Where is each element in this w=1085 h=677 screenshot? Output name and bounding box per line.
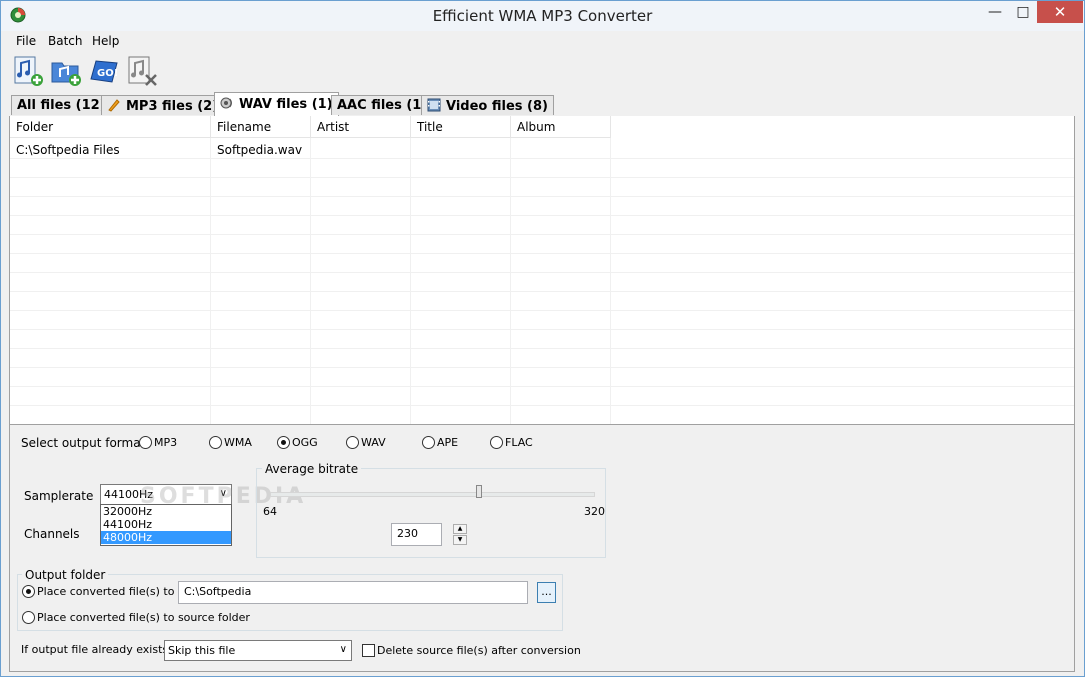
tab-label: MP3 files (2) [126, 99, 219, 114]
delete-source-label: Delete source file(s) after conversion [377, 644, 581, 657]
row-divider [10, 405, 1074, 406]
row-divider [10, 367, 1074, 368]
column-header-title[interactable]: Title [411, 116, 511, 138]
bitrate-group-label: Average bitrate [262, 462, 362, 476]
source-folder-label: Place converted file(s) to source folder [37, 611, 250, 624]
samplerate-option-highlighted[interactable]: 48000Hz [101, 531, 231, 544]
column-header-filename[interactable]: Filename [211, 116, 311, 138]
row-divider [10, 253, 1074, 254]
format-radio-ape[interactable] [422, 436, 435, 449]
bitrate-spin-down[interactable]: ▼ [453, 535, 467, 545]
format-radio-wav[interactable] [346, 436, 359, 449]
menu-file[interactable]: File [16, 34, 36, 48]
tab-all-files[interactable]: All files (12) [11, 95, 112, 115]
file-exists-select[interactable]: Skip this file ∨ [164, 640, 352, 661]
samplerate-dropdown: 32000Hz 44100Hz 48000Hz [100, 504, 232, 546]
wav-icon [220, 97, 232, 109]
tab-label: WAV files (1) [239, 97, 333, 112]
source-folder-radio[interactable] [22, 611, 35, 624]
samplerate-label: Samplerate [24, 489, 94, 503]
output-format-label: Select output format [21, 436, 146, 450]
menu-batch[interactable]: Batch [48, 34, 83, 48]
cell-filename: Softpedia.wav [217, 143, 303, 157]
menu-help[interactable]: Help [92, 34, 119, 48]
format-label-wav: WAV [361, 436, 386, 449]
file-tabs: All files (12) MP3 files (2) WAV files (… [9, 92, 1075, 117]
close-button[interactable]: ✕ [1037, 1, 1083, 23]
file-exists-label: If output file already exists [21, 643, 169, 656]
mp3-icon [108, 99, 120, 112]
svg-text:GO!: GO! [97, 68, 118, 79]
format-label-mp3: MP3 [154, 436, 178, 449]
row-divider [10, 196, 1074, 197]
tab-mp3-files[interactable]: MP3 files (2) [101, 95, 225, 115]
row-divider [10, 310, 1074, 311]
tab-video-files[interactable]: Video files (8) [421, 95, 554, 115]
row-divider [10, 329, 1074, 330]
bitrate-spin-up[interactable]: ▲ [453, 524, 467, 534]
tab-wav-files[interactable]: WAV files (1) [214, 92, 339, 116]
format-radio-wma[interactable] [209, 436, 222, 449]
bitrate-slider-track[interactable] [270, 492, 595, 497]
format-label-wma: WMA [224, 436, 252, 449]
tab-label: Video files (8) [446, 99, 548, 114]
add-files-icon[interactable] [12, 55, 44, 87]
tab-aac-files[interactable]: AAC files (1) [331, 95, 434, 115]
place-to-label: Place converted file(s) to [37, 585, 175, 598]
column-header-folder[interactable]: Folder [10, 116, 211, 138]
column-header-artist[interactable]: Artist [311, 116, 411, 138]
row-divider [10, 272, 1074, 273]
column-divider [210, 138, 211, 424]
chevron-down-icon: ∨ [339, 644, 347, 655]
bitrate-max-label: 320 [584, 505, 605, 518]
cell-folder: C:\Softpedia Files [16, 143, 120, 157]
column-divider [410, 138, 411, 424]
output-path-value: C:\Softpedia [184, 585, 252, 598]
format-radio-mp3[interactable] [139, 436, 152, 449]
output-path-input[interactable]: C:\Softpedia [178, 581, 528, 604]
format-label-ogg: OGG [292, 436, 318, 449]
bitrate-min-label: 64 [263, 505, 277, 518]
bitrate-value: 230 [397, 527, 418, 540]
toolbar: GO! [10, 53, 1076, 89]
format-label-flac: FLAC [505, 436, 533, 449]
channels-label: Channels [24, 527, 80, 541]
row-divider [10, 215, 1074, 216]
output-folder-label: Output folder [22, 568, 109, 582]
go-convert-icon[interactable]: GO! [88, 55, 120, 87]
place-to-radio[interactable] [22, 585, 35, 598]
file-exists-value: Skip this file [168, 644, 236, 657]
browse-button[interactable]: ... [537, 582, 556, 603]
tab-label: AAC files (1) [337, 98, 428, 113]
add-folder-icon[interactable] [50, 55, 82, 87]
column-divider [310, 138, 311, 424]
samplerate-option[interactable]: 44100Hz [101, 518, 231, 531]
video-icon [427, 98, 441, 112]
file-list[interactable]: Folder Filename Artist Title Album C:\So… [9, 116, 1075, 424]
title-bar: Efficient WMA MP3 Converter — □ ✕ [1, 1, 1084, 31]
column-divider [610, 138, 611, 424]
row-divider [10, 234, 1074, 235]
window-title: Efficient WMA MP3 Converter [432, 7, 653, 25]
column-divider [510, 138, 511, 424]
menu-bar: File Batch Help [10, 33, 1076, 51]
column-header-album[interactable]: Album [511, 116, 611, 138]
bitrate-slider-thumb[interactable] [476, 485, 482, 498]
row-divider [10, 158, 1074, 159]
row-divider [10, 386, 1074, 387]
row-divider [10, 348, 1074, 349]
format-radio-ogg[interactable] [277, 436, 290, 449]
row-divider [10, 291, 1074, 292]
delete-source-checkbox[interactable] [362, 644, 375, 657]
remove-file-icon[interactable] [126, 55, 158, 87]
format-label-ape: APE [437, 436, 459, 449]
tab-label: All files (12) [17, 98, 106, 113]
format-radio-flac[interactable] [490, 436, 503, 449]
row-divider [10, 177, 1074, 178]
bitrate-input[interactable]: 230 [391, 523, 442, 546]
